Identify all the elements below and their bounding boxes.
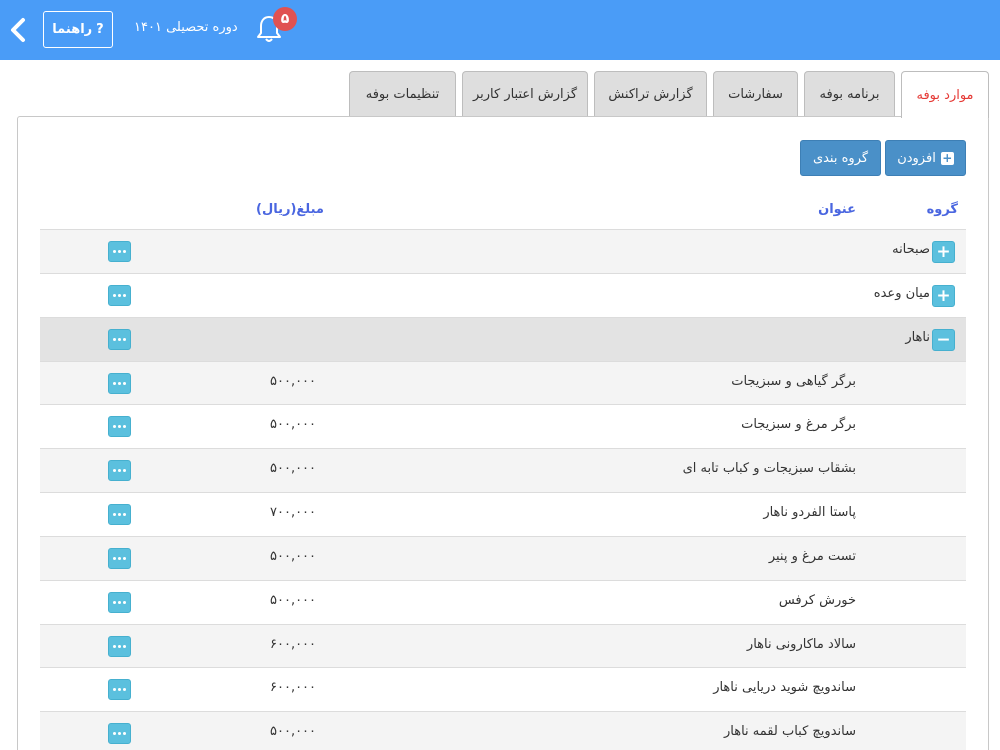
item-title: برگر گیاهی و سبزیجات xyxy=(731,374,856,389)
row-actions-button[interactable] xyxy=(108,416,131,437)
row-actions-button[interactable] xyxy=(108,373,131,394)
group-label: صبحانه xyxy=(892,242,930,257)
collapse-minus-icon[interactable]: − xyxy=(932,329,955,351)
column-header-amount[interactable]: مبلغ(ریال) xyxy=(256,202,324,217)
expand-plus-icon[interactable]: + xyxy=(932,285,955,307)
item-price: ۵۰۰,۰۰۰ xyxy=(270,724,317,739)
ellipsis-icon xyxy=(113,382,126,385)
ellipsis-icon xyxy=(113,688,126,691)
item-title: بشقاب سبزیجات و کباب تابه ای xyxy=(682,461,856,476)
ellipsis-icon xyxy=(113,469,126,472)
group-row-breakfast[interactable]: + صبحانه xyxy=(40,229,966,273)
tab-orders[interactable]: سفارشات xyxy=(713,71,798,117)
ellipsis-icon xyxy=(113,645,126,648)
tab-buffet-schedule[interactable]: برنامه بوفه xyxy=(804,71,895,117)
ellipsis-icon xyxy=(113,425,126,428)
notification-badge: ۵ xyxy=(273,7,297,31)
row-actions-button[interactable] xyxy=(108,329,131,350)
table-row: ۵۰۰,۰۰۰ ساندویچ کباب لقمه ناهار xyxy=(40,711,966,750)
tab-buffet-items[interactable]: موارد بوفه xyxy=(901,71,989,118)
back-arrow-icon[interactable] xyxy=(6,15,30,45)
item-title: تست مرغ و پنیر xyxy=(768,549,856,564)
academic-term-label: دوره تحصیلی ۱۴۰۱ xyxy=(134,20,238,35)
row-actions-button[interactable] xyxy=(108,592,131,613)
row-actions-button[interactable] xyxy=(108,723,131,744)
group-row-snack[interactable]: + میان وعده xyxy=(40,273,966,317)
row-actions-button[interactable] xyxy=(108,679,131,700)
tab-buffet-settings[interactable]: تنظیمات بوفه xyxy=(349,71,456,117)
item-title: ساندویچ کباب لقمه ناهار xyxy=(724,724,856,739)
row-actions-button[interactable] xyxy=(108,636,131,657)
table-row: ۵۰۰,۰۰۰ بشقاب سبزیجات و کباب تابه ای xyxy=(40,448,966,492)
add-button-label: افزودن xyxy=(897,150,936,166)
item-title: برگر مرغ و سبزیجات xyxy=(741,417,856,432)
ellipsis-icon xyxy=(113,250,126,253)
row-actions-button[interactable] xyxy=(108,241,131,262)
group-label: میان وعده xyxy=(873,286,930,301)
ellipsis-icon xyxy=(113,557,126,560)
item-title: سالاد ماکارونی ناهار xyxy=(746,637,856,652)
table-row: ۶۰۰,۰۰۰ ساندویچ شوید دریایی ناهار xyxy=(40,667,966,711)
item-title: خورش کرفس xyxy=(778,593,856,608)
row-actions-button[interactable] xyxy=(108,460,131,481)
tab-bar: موارد بوفه برنامه بوفه سفارشات گزارش ترا… xyxy=(0,71,1000,118)
ellipsis-icon xyxy=(113,601,126,604)
item-title: پاستا الفردو ناهار xyxy=(763,505,856,520)
group-row-lunch[interactable]: − ناهار xyxy=(40,317,966,361)
item-price: ۷۰۰,۰۰۰ xyxy=(270,505,317,520)
item-price: ۵۰۰,۰۰۰ xyxy=(270,417,317,432)
group-label: ناهار xyxy=(905,330,930,345)
tab-transaction-report[interactable]: گزارش تراکنش xyxy=(594,71,707,117)
table-row: ۵۰۰,۰۰۰ تست مرغ و پنیر xyxy=(40,536,966,580)
expand-plus-icon[interactable]: + xyxy=(932,241,955,263)
grouping-button-label: گروه بندی xyxy=(812,150,869,166)
item-price: ۵۰۰,۰۰۰ xyxy=(270,593,317,608)
item-price: ۶۰۰,۰۰۰ xyxy=(270,680,317,695)
tab-user-credit-report[interactable]: گزارش اعتبار کاربر xyxy=(462,71,588,117)
row-actions-button[interactable] xyxy=(108,285,131,306)
row-actions-button[interactable] xyxy=(108,548,131,569)
row-actions-button[interactable] xyxy=(108,504,131,525)
plus-square-icon: + xyxy=(940,151,954,165)
column-header-title[interactable]: عنوان xyxy=(818,202,856,217)
add-button[interactable]: + افزودن xyxy=(885,140,966,176)
column-header-group[interactable]: گروه xyxy=(927,202,958,217)
item-price: ۵۰۰,۰۰۰ xyxy=(270,549,317,564)
table-row: ۵۰۰,۰۰۰ خورش کرفس xyxy=(40,580,966,624)
table-header: گروه عنوان مبلغ(ریال) xyxy=(0,198,1000,228)
table-row: ۷۰۰,۰۰۰ پاستا الفردو ناهار xyxy=(40,492,966,536)
ellipsis-icon xyxy=(113,294,126,297)
help-button[interactable]: ? راهنما xyxy=(43,11,113,48)
table-row: ۵۰۰,۰۰۰ برگر مرغ و سبزیجات xyxy=(40,404,966,448)
ellipsis-icon xyxy=(113,732,126,735)
table-row: ۵۰۰,۰۰۰ برگر گیاهی و سبزیجات xyxy=(40,361,966,405)
ellipsis-icon xyxy=(113,338,126,341)
item-price: ۵۰۰,۰۰۰ xyxy=(270,374,317,389)
table-row: ۶۰۰,۰۰۰ سالاد ماکارونی ناهار xyxy=(40,624,966,668)
item-price: ۶۰۰,۰۰۰ xyxy=(270,637,317,652)
help-label: راهنما xyxy=(52,22,93,37)
item-price: ۵۰۰,۰۰۰ xyxy=(270,461,317,476)
grouping-button[interactable]: گروه بندی xyxy=(800,140,881,176)
item-title: ساندویچ شوید دریایی ناهار xyxy=(713,680,856,695)
top-bar: ? راهنما دوره تحصیلی ۱۴۰۱ ۵ xyxy=(0,0,1000,60)
ellipsis-icon xyxy=(113,513,126,516)
help-icon: ? xyxy=(96,22,104,37)
